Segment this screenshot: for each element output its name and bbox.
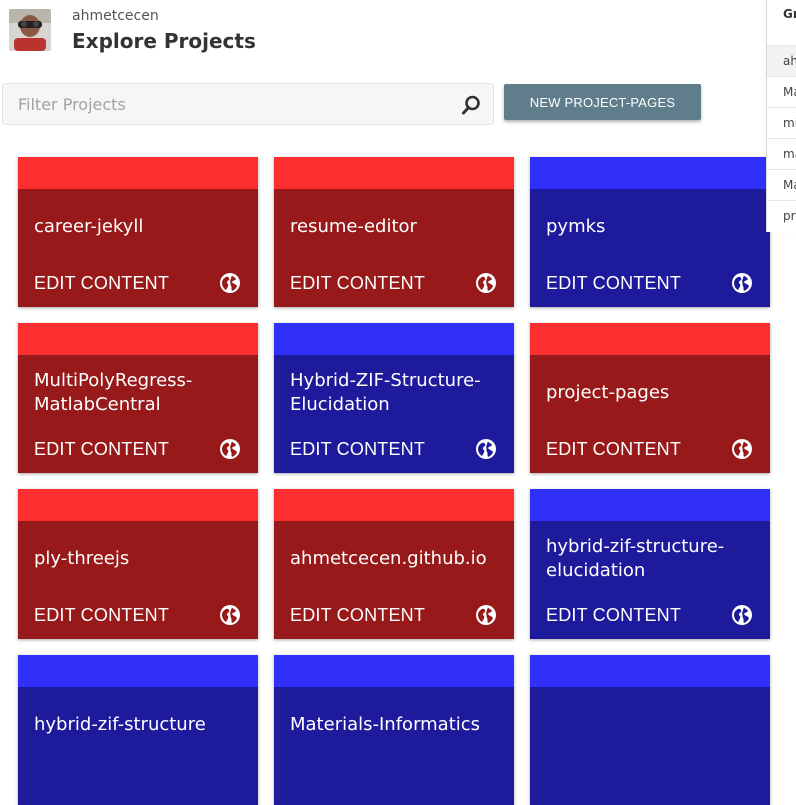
project-card[interactable]: ply-threejs EDIT CONTENT <box>18 489 258 639</box>
edit-content-link[interactable]: EDIT CONTENT <box>546 273 681 294</box>
card-body: project-pages EDIT CONTENT <box>530 355 770 473</box>
project-card[interactable]: project-pages EDIT CONTENT <box>530 323 770 473</box>
project-card[interactable]: hybrid-zif-structure-elucidation EDIT CON… <box>530 489 770 639</box>
filter-projects-input[interactable] <box>3 84 458 124</box>
card-body: Materials-Informatics <box>274 687 514 805</box>
right-panel: Gr ah Ma mi ma Ma pr <box>766 0 796 232</box>
card-header-band <box>18 323 258 355</box>
card-header-band <box>530 489 770 521</box>
filter-box <box>2 83 494 125</box>
card-body <box>530 687 770 805</box>
edit-content-link[interactable]: EDIT CONTENT <box>34 605 169 626</box>
card-header-band <box>274 157 514 189</box>
globe-icon[interactable] <box>475 438 497 460</box>
project-name[interactable]: hybrid-zif-structure-elucidation <box>546 535 756 583</box>
card-body: hybrid-zif-structure <box>18 687 258 805</box>
card-body: pymks EDIT CONTENT <box>530 189 770 307</box>
globe-icon[interactable] <box>475 272 497 294</box>
project-name[interactable]: ply-threejs <box>34 547 244 571</box>
globe-icon[interactable] <box>475 604 497 626</box>
card-header-band <box>274 323 514 355</box>
card-header-band <box>530 323 770 355</box>
search-icon[interactable] <box>460 94 482 116</box>
card-body: ahmetcecen.github.io EDIT CONTENT <box>274 521 514 639</box>
card-body: career-jekyll EDIT CONTENT <box>18 189 258 307</box>
project-card[interactable]: Hybrid-ZIF-Structure-Elucidation EDIT CON… <box>274 323 514 473</box>
edit-content-link[interactable]: EDIT CONTENT <box>290 439 425 460</box>
edit-content-link[interactable]: EDIT CONTENT <box>34 439 169 460</box>
right-panel-item[interactable]: ma <box>783 139 796 169</box>
project-card[interactable]: Materials-Informatics <box>274 655 514 805</box>
globe-icon[interactable] <box>731 604 753 626</box>
username: ahmetcecen <box>72 8 159 24</box>
project-name[interactable]: Materials-Informatics <box>290 713 500 737</box>
right-panel-item[interactable]: mi <box>783 108 796 138</box>
project-name[interactable]: MultiPolyRegress-MatlabCentral <box>34 369 244 417</box>
project-card[interactable]: ahmetcecen.github.io EDIT CONTENT <box>274 489 514 639</box>
card-header-band <box>18 157 258 189</box>
globe-icon[interactable] <box>731 438 753 460</box>
project-name[interactable]: Hybrid-ZIF-Structure-Elucidation <box>290 369 500 417</box>
globe-icon[interactable] <box>219 272 241 294</box>
card-header-band <box>274 655 514 687</box>
card-body: MultiPolyRegress-MatlabCentral EDIT CONTE… <box>18 355 258 473</box>
right-panel-item[interactable]: Ma <box>783 77 796 107</box>
right-panel-heading: Gr <box>783 7 796 21</box>
project-card[interactable]: pymks EDIT CONTENT <box>530 157 770 307</box>
card-header-band <box>18 489 258 521</box>
project-card[interactable]: MultiPolyRegress-MatlabCentral EDIT CONTE… <box>18 323 258 473</box>
project-name[interactable]: career-jekyll <box>34 215 244 239</box>
card-body: Hybrid-ZIF-Structure-Elucidation EDIT CON… <box>274 355 514 473</box>
globe-icon[interactable] <box>219 438 241 460</box>
edit-content-link[interactable]: EDIT CONTENT <box>546 439 681 460</box>
card-header-band <box>530 655 770 687</box>
edit-content-link[interactable]: EDIT CONTENT <box>34 273 169 294</box>
globe-icon[interactable] <box>219 604 241 626</box>
edit-content-link[interactable]: EDIT CONTENT <box>546 605 681 626</box>
card-header-band <box>18 655 258 687</box>
card-body: ply-threejs EDIT CONTENT <box>18 521 258 639</box>
right-panel-item[interactable]: ah <box>767 46 796 76</box>
card-header-band <box>530 157 770 189</box>
project-name[interactable]: resume-editor <box>290 215 500 239</box>
project-card[interactable] <box>530 655 770 805</box>
card-header-band <box>274 489 514 521</box>
project-name[interactable]: ahmetcecen.github.io <box>290 547 500 571</box>
right-panel-item[interactable]: Ma <box>783 170 796 200</box>
project-card[interactable]: resume-editor EDIT CONTENT <box>274 157 514 307</box>
edit-content-link[interactable]: EDIT CONTENT <box>290 273 425 294</box>
project-card[interactable]: hybrid-zif-structure <box>18 655 258 805</box>
card-body: hybrid-zif-structure-elucidation EDIT CON… <box>530 521 770 639</box>
project-card[interactable]: career-jekyll EDIT CONTENT <box>18 157 258 307</box>
project-name[interactable]: pymks <box>546 215 756 239</box>
globe-icon[interactable] <box>731 272 753 294</box>
project-name[interactable]: hybrid-zif-structure <box>34 713 244 737</box>
avatar <box>9 9 51 51</box>
project-name[interactable]: project-pages <box>546 381 756 405</box>
card-body: resume-editor EDIT CONTENT <box>274 189 514 307</box>
edit-content-link[interactable]: EDIT CONTENT <box>290 605 425 626</box>
new-project-pages-button[interactable]: NEW PROJECT-PAGES <box>504 84 701 120</box>
page-title: Explore Projects <box>72 29 256 53</box>
right-panel-item[interactable]: pr <box>783 201 796 231</box>
